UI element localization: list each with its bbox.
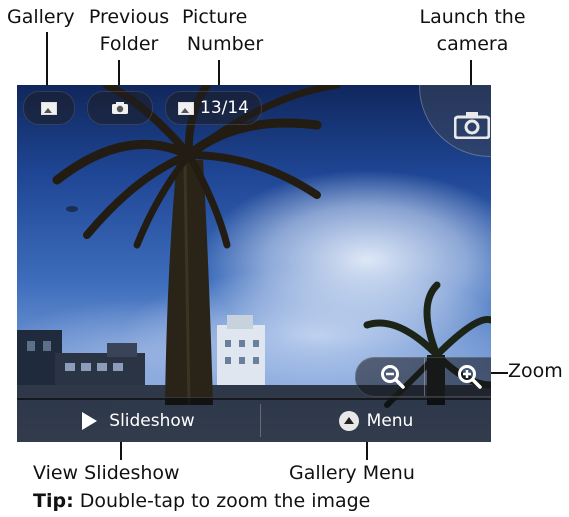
zoom-out-icon xyxy=(381,365,405,389)
zoom-in-icon xyxy=(458,365,482,389)
annotation-gallery: Gallery xyxy=(7,6,75,28)
picture-number-indicator: 13/14 xyxy=(165,91,262,125)
previous-folder-button[interactable] xyxy=(87,91,153,125)
menu-button[interactable]: Menu xyxy=(261,398,491,442)
slideshow-button[interactable]: Slideshow xyxy=(17,398,260,442)
tip-text: Tip: Double-tap to zoom the image xyxy=(33,490,370,512)
leader-line-slideshow xyxy=(120,442,122,460)
tip-body: Double-tap to zoom the image xyxy=(73,490,371,512)
annotation-zoom: Zoom xyxy=(508,360,563,382)
zoom-controls xyxy=(355,357,491,397)
menu-label: Menu xyxy=(366,410,414,431)
camera-icon xyxy=(454,112,490,139)
annotation-view-slideshow: View Slideshow xyxy=(33,462,180,484)
zoom-out-button[interactable] xyxy=(356,358,424,396)
annotation-launch-camera: Launch the camera xyxy=(419,6,526,55)
camera-icon xyxy=(112,102,128,114)
gallery-button[interactable] xyxy=(23,91,75,125)
picture-icon xyxy=(41,101,57,115)
menu-up-icon xyxy=(338,410,359,431)
zoom-in-button[interactable] xyxy=(425,358,491,396)
annotation-picture-number: Picture Number xyxy=(182,6,264,55)
leader-line-gallery-menu xyxy=(366,442,368,460)
bottom-action-bar: Slideshow Menu xyxy=(17,397,491,442)
photo-viewer-screen[interactable]: 13/14 Slideshow Menu xyxy=(17,85,491,442)
tip-label: Tip: xyxy=(33,490,74,512)
top-controls: 13/14 xyxy=(17,85,262,129)
play-icon xyxy=(82,411,98,430)
picture-icon xyxy=(178,101,194,115)
annotation-previous-folder: Previous Folder xyxy=(88,6,170,55)
picture-count: 13/14 xyxy=(200,98,249,118)
annotation-gallery-menu: Gallery Menu xyxy=(289,462,415,484)
slideshow-label: Slideshow xyxy=(109,410,195,431)
